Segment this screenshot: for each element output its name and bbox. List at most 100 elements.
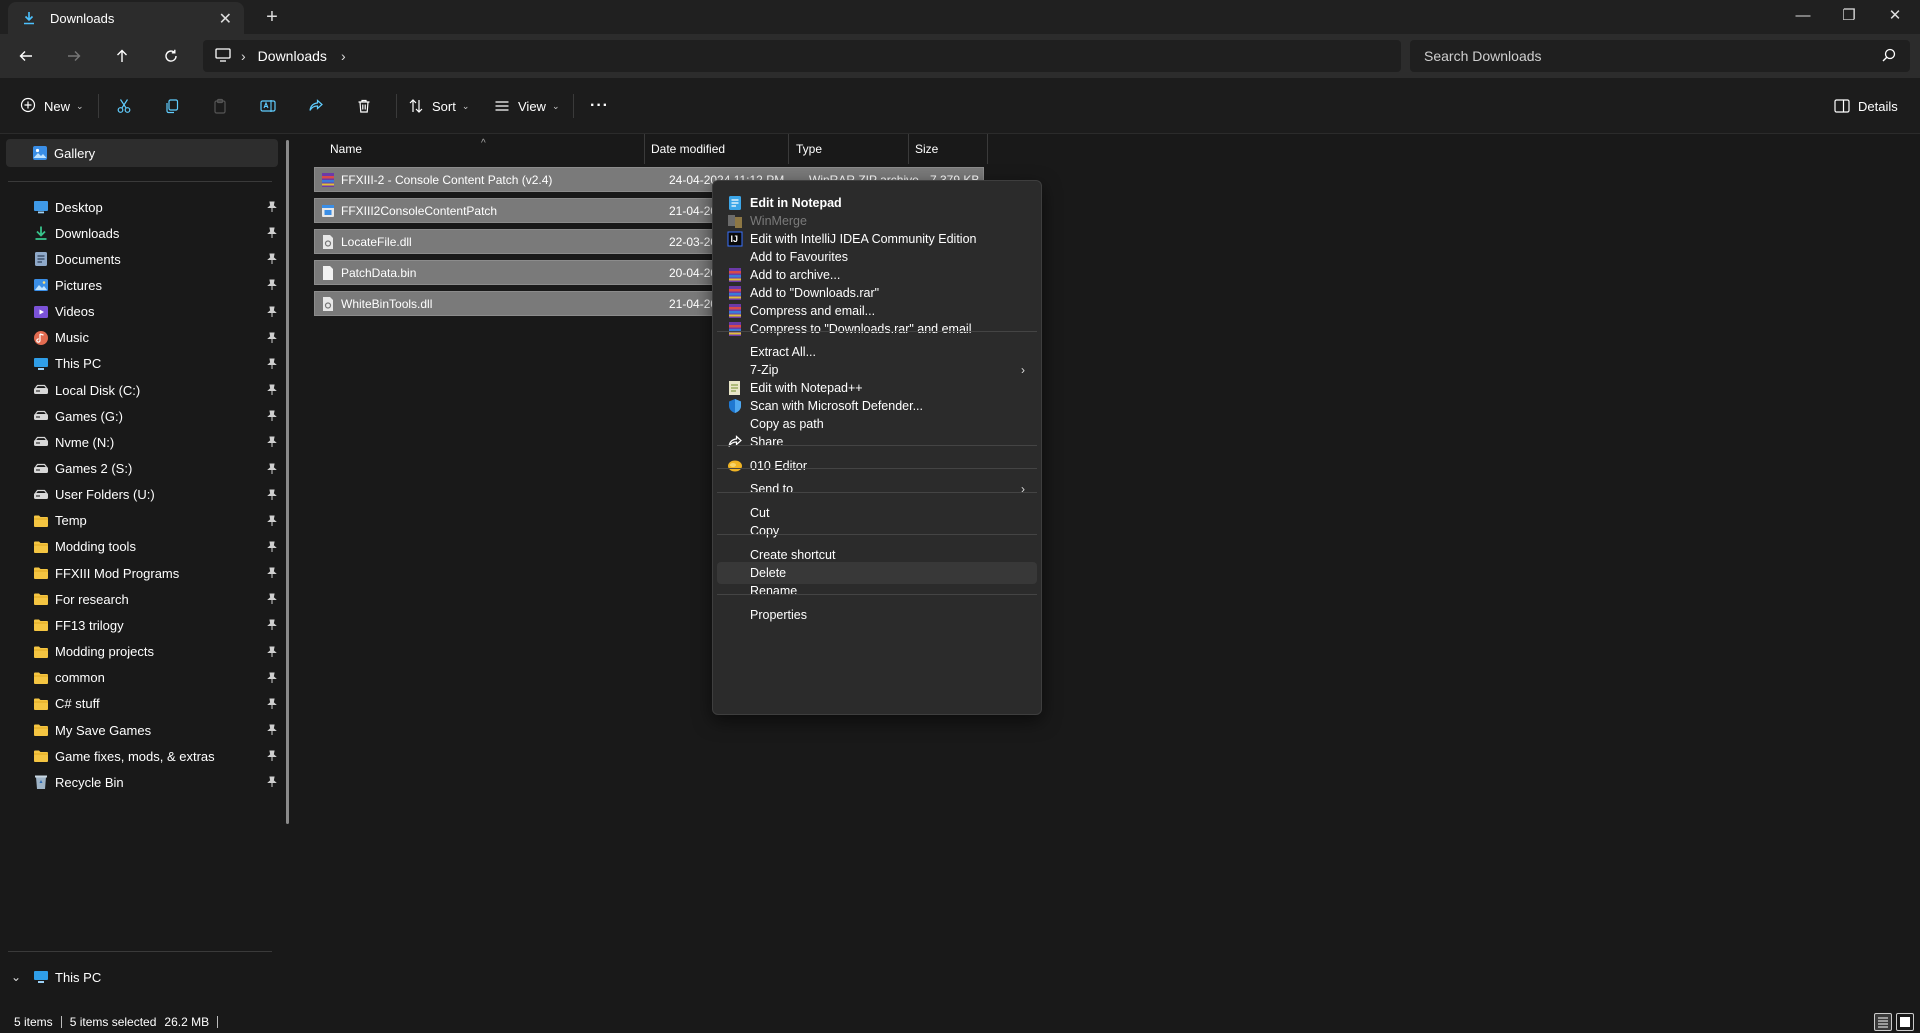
sidebar-item[interactable]: Modding tools	[8, 533, 280, 561]
sidebar-item[interactable]: Pictures	[8, 271, 280, 299]
sidebar-item[interactable]: User Folders (U:)	[8, 481, 280, 509]
details-pane-button[interactable]: Details	[1834, 94, 1898, 118]
column-divider[interactable]	[644, 134, 645, 164]
pin-icon[interactable]	[266, 384, 278, 396]
search-icon[interactable]	[1882, 48, 1896, 65]
sidebar-item[interactable]: FF13 trilogy	[8, 611, 280, 639]
refresh-button[interactable]	[157, 44, 185, 68]
pin-icon[interactable]	[266, 619, 278, 631]
pin-icon[interactable]	[266, 253, 278, 265]
more-options-button[interactable]: ···	[590, 94, 609, 118]
back-button[interactable]	[12, 44, 40, 68]
column-divider[interactable]	[908, 134, 909, 164]
delete-button[interactable]	[356, 94, 372, 118]
up-button[interactable]	[108, 44, 136, 68]
sidebar-item[interactable]: Videos	[8, 298, 280, 326]
sidebar-item[interactable]: This PC	[8, 350, 280, 378]
sidebar-item[interactable]: Desktop	[8, 193, 280, 221]
pin-icon[interactable]	[266, 515, 278, 527]
new-button[interactable]: New ⌄	[20, 94, 84, 118]
column-header-size[interactable]: Size	[915, 134, 938, 164]
sidebar-item[interactable]: Documents	[8, 245, 280, 273]
tab-close-button[interactable]: ✕	[219, 9, 232, 29]
rename-button[interactable]	[260, 94, 276, 118]
pin-icon[interactable]	[266, 567, 278, 579]
sidebar-item[interactable]: My Save Games	[8, 716, 280, 744]
breadcrumb-chevron-icon[interactable]: ›	[341, 48, 346, 64]
context-menu-item[interactable]: Compress to "Downloads.rar" and email	[717, 318, 1037, 340]
sidebar-item-gallery[interactable]: Gallery	[6, 139, 278, 167]
sidebar-item[interactable]: Games 2 (S:)	[8, 455, 280, 483]
context-menu-item[interactable]: Send to ›	[717, 478, 1037, 500]
paste-button[interactable]	[212, 94, 228, 118]
new-tab-button[interactable]: +	[262, 6, 282, 29]
sidebar-item[interactable]: Modding projects	[8, 638, 280, 666]
context-menu-item[interactable]: Copy	[717, 520, 1037, 542]
pin-icon[interactable]	[266, 306, 278, 318]
pin-icon[interactable]	[266, 489, 278, 501]
monitor-icon[interactable]	[215, 47, 231, 65]
pin-icon[interactable]	[266, 541, 278, 553]
pin-icon[interactable]	[266, 646, 278, 658]
sidebar-item[interactable]: C# stuff	[8, 690, 280, 718]
pin-icon[interactable]	[266, 227, 278, 239]
sidebar-item[interactable]: Games (G:)	[8, 402, 280, 430]
context-menu-item-label: 010 Editor	[750, 459, 807, 473]
pin-icon[interactable]	[266, 279, 278, 291]
sidebar-item[interactable]: Recycle Bin	[8, 768, 280, 796]
pin-icon[interactable]	[266, 201, 278, 213]
sidebar-item[interactable]: Downloads	[8, 219, 280, 247]
context-menu-item[interactable]: Share	[717, 431, 1037, 453]
sidebar-item[interactable]: For research	[8, 585, 280, 613]
pin-icon[interactable]	[266, 358, 278, 370]
minimize-button[interactable]: —	[1780, 0, 1826, 30]
pin-icon[interactable]	[266, 593, 278, 605]
share-button[interactable]	[308, 94, 324, 118]
sidebar-item[interactable]: Local Disk (C:)	[8, 376, 280, 404]
column-header-date[interactable]: Date modified	[651, 134, 725, 164]
search-box[interactable]	[1410, 40, 1910, 72]
context-menu-item[interactable]: 010 Editor	[717, 455, 1037, 477]
sidebar-item[interactable]: Game fixes, mods, & extras	[8, 742, 280, 770]
cut-button[interactable]	[116, 94, 132, 118]
chevron-down-icon[interactable]: ⌄	[11, 970, 21, 984]
file-icon	[321, 265, 335, 281]
folder-icon	[33, 696, 49, 712]
pin-icon[interactable]	[266, 776, 278, 788]
sidebar-scrollbar[interactable]	[286, 140, 289, 824]
sidebar-item[interactable]: Music	[8, 324, 280, 352]
column-header-name[interactable]: Name	[330, 134, 362, 164]
copy-button[interactable]	[164, 94, 180, 118]
view-label: View	[518, 98, 546, 114]
view-button[interactable]: View ⌄	[494, 94, 560, 118]
column-divider[interactable]	[788, 134, 789, 164]
pin-icon[interactable]	[266, 410, 278, 422]
breadcrumb-downloads[interactable]: Downloads	[258, 48, 327, 64]
search-input[interactable]	[1424, 48, 1864, 64]
context-menu-item[interactable]: Properties	[717, 604, 1037, 626]
column-header-type[interactable]: Type	[796, 134, 822, 164]
sidebar-item[interactable]: FFXIII Mod Programs	[8, 559, 280, 587]
pin-icon[interactable]	[266, 436, 278, 448]
pin-icon[interactable]	[266, 672, 278, 684]
sidebar-item-this-pc[interactable]: ⌄ This PC	[8, 963, 280, 991]
restore-button[interactable]: ❐	[1826, 0, 1872, 30]
column-divider[interactable]	[987, 134, 988, 164]
close-window-button[interactable]: ✕	[1872, 0, 1918, 30]
sidebar-item[interactable]: common	[8, 664, 280, 692]
breadcrumb-chevron-icon[interactable]: ›	[241, 48, 246, 64]
pin-icon[interactable]	[266, 724, 278, 736]
tiles-view-toggle[interactable]	[1896, 1013, 1914, 1031]
breadcrumb[interactable]: › Downloads ›	[203, 40, 1401, 72]
forward-button[interactable]	[60, 44, 88, 68]
sidebar-item[interactable]: Nvme (N:)	[8, 428, 280, 456]
pin-icon[interactable]	[266, 332, 278, 344]
details-view-toggle[interactable]	[1874, 1013, 1892, 1031]
pin-icon[interactable]	[266, 750, 278, 762]
pin-icon[interactable]	[266, 463, 278, 475]
pin-icon[interactable]	[266, 698, 278, 710]
sort-button[interactable]: Sort ⌄	[408, 94, 469, 118]
tab-downloads[interactable]: Downloads ✕	[8, 2, 244, 34]
sidebar-item[interactable]: Temp	[8, 507, 280, 535]
context-menu-item[interactable]: Rename	[717, 580, 1037, 602]
